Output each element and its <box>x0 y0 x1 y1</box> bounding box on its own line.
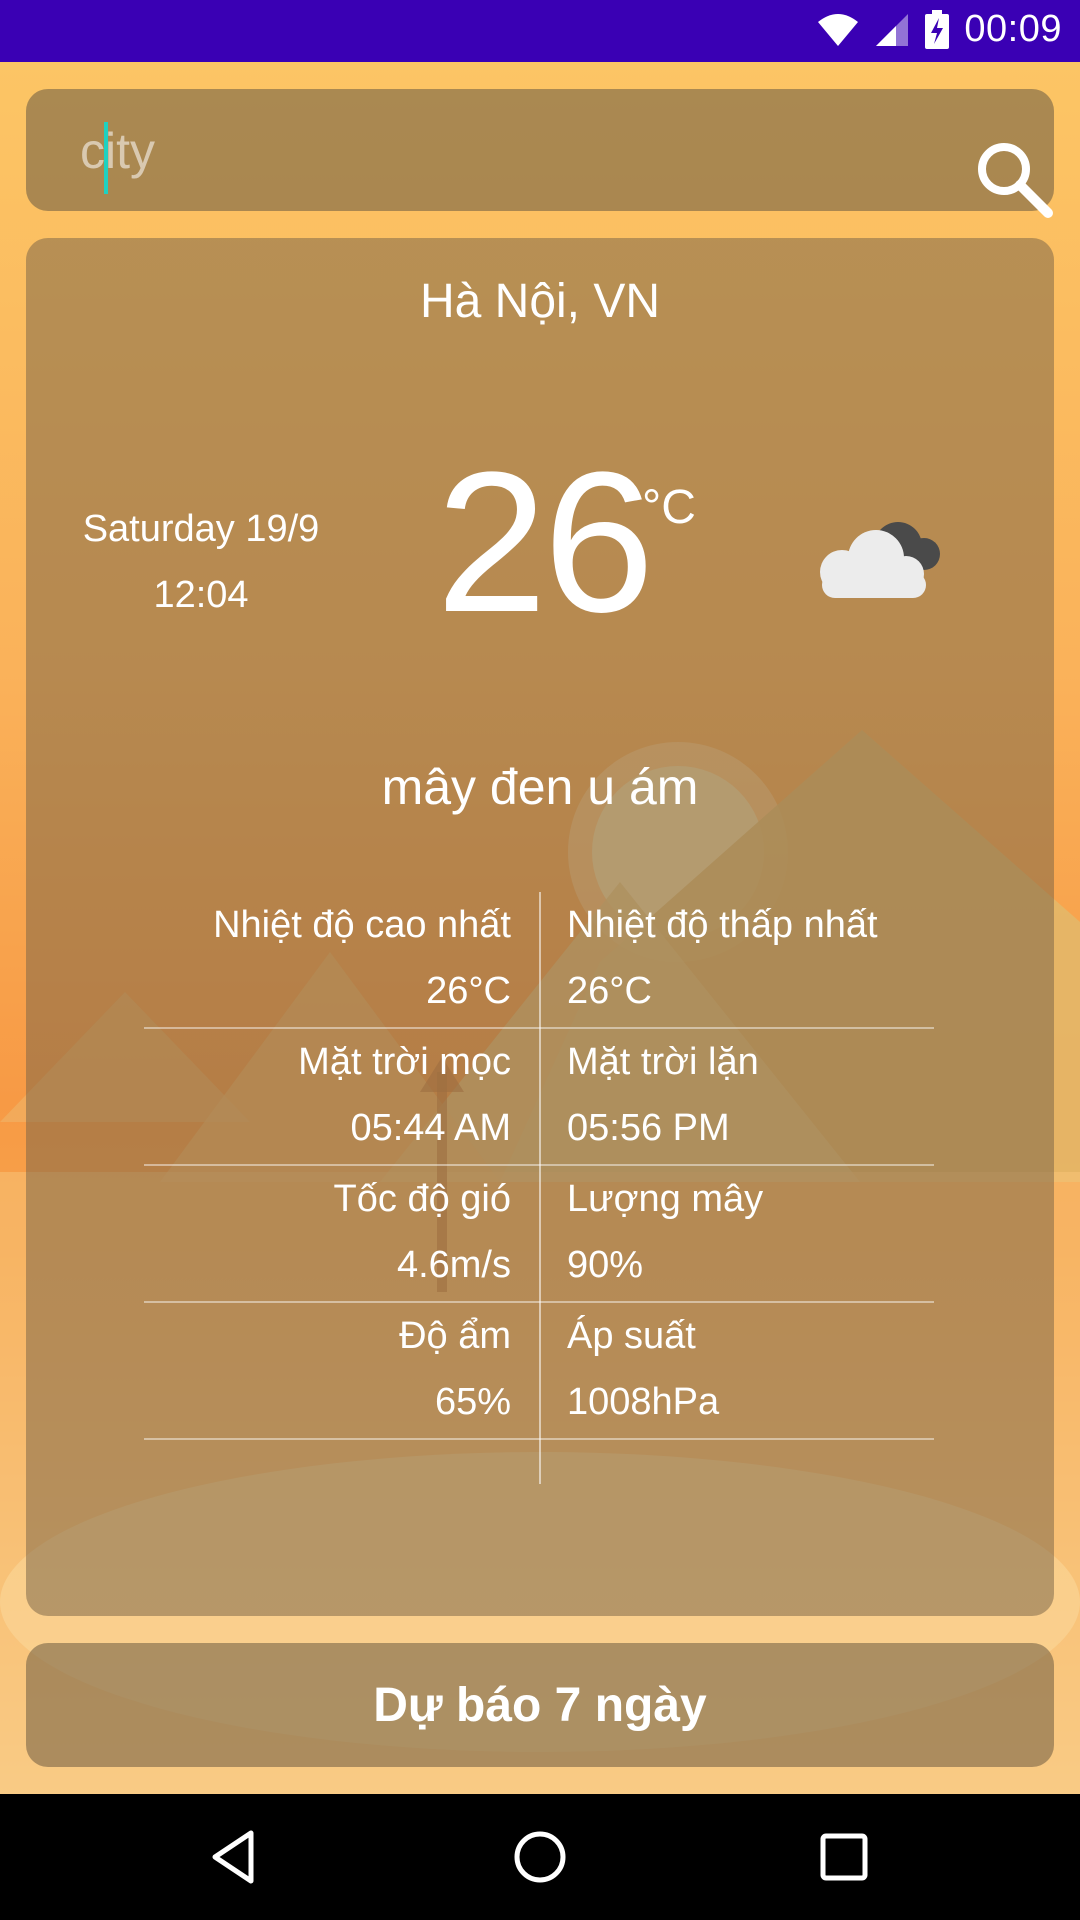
temperature-unit: °C <box>642 481 696 534</box>
details-cell: Nhiệt độ cao nhất 26°C <box>144 892 539 1027</box>
min-temp-value: 26°C <box>567 970 652 1012</box>
weather-card: Hà Nội, VN Saturday 19/9 12:04 26 °C mây… <box>26 238 1054 1616</box>
current-date: Saturday 19/9 <box>82 508 320 550</box>
weather-details: Nhiệt độ cao nhất 26°C Nhiệt độ thấp nhấ… <box>144 892 934 1440</box>
weather-description: mây đen u ám <box>381 759 699 815</box>
details-cell: Mặt trời mọc 05:44 AM <box>144 1029 539 1164</box>
wifi-icon <box>818 13 859 46</box>
details-row: Độ ẩm 65% Áp suất 1008hPa <box>144 1303 934 1440</box>
cloudiness-label: Lượng mây <box>567 1178 764 1220</box>
battery-charging-icon <box>925 9 950 49</box>
humidity-value: 65% <box>434 1381 511 1423</box>
back-icon[interactable] <box>205 1827 265 1887</box>
details-cell: Độ ẩm 65% <box>144 1303 539 1438</box>
min-temp-label: Nhiệt độ thấp nhất <box>567 904 878 946</box>
pressure-label: Áp suất <box>567 1315 696 1357</box>
humidity-label: Độ ẩm <box>399 1315 511 1357</box>
navigation-bar <box>0 1794 1080 1920</box>
max-temp-value: 26°C <box>426 970 511 1012</box>
home-icon[interactable] <box>510 1827 570 1887</box>
search-icon[interactable] <box>974 139 1054 219</box>
sunrise-label: Mặt trời mọc <box>298 1041 511 1083</box>
forecast-7-days-button[interactable]: Dự báo 7 ngày <box>26 1643 1054 1767</box>
cloudiness-value: 90% <box>567 1244 644 1286</box>
status-bar: 00:09 <box>0 0 1080 62</box>
status-time: 00:09 <box>964 8 1062 50</box>
city-name: Hà Nội, VN <box>419 275 661 328</box>
app-content: Hà Nội, VN Saturday 19/9 12:04 26 °C mây… <box>0 62 1080 1794</box>
details-row: Tốc độ gió 4.6m/s Lượng mây 90% <box>144 1166 934 1303</box>
sunrise-value: 05:44 AM <box>350 1107 511 1149</box>
temperature-value: 26 <box>436 431 654 654</box>
sunset-label: Mặt trời lặn <box>567 1041 759 1083</box>
max-temp-label: Nhiệt độ cao nhất <box>213 904 511 946</box>
details-cell: Lượng mây 90% <box>539 1166 934 1301</box>
recents-icon[interactable] <box>814 1827 874 1887</box>
details-cell: Mặt trời lặn 05:56 PM <box>539 1029 934 1164</box>
search-bar <box>26 89 1054 218</box>
signal-icon <box>876 13 909 46</box>
details-cell: Áp suất 1008hPa <box>539 1303 934 1438</box>
text-cursor <box>104 122 108 194</box>
city-search-input[interactable] <box>78 107 902 195</box>
details-cell: Nhiệt độ thấp nhất 26°C <box>539 892 934 1027</box>
date-time: Saturday 19/9 12:04 <box>66 496 336 628</box>
details-row: Mặt trời mọc 05:44 AM Mặt trời lặn 05:56… <box>144 1029 934 1166</box>
details-cell: Tốc độ gió 4.6m/s <box>144 1166 539 1301</box>
dark-cloud-icon <box>820 522 940 598</box>
wind-speed-label: Tốc độ gió <box>333 1178 511 1220</box>
status-icons: 00:09 <box>816 8 1062 51</box>
pressure-value: 1008hPa <box>567 1381 720 1423</box>
current-time: 12:04 <box>153 574 249 616</box>
sunset-value: 05:56 PM <box>567 1107 730 1149</box>
wind-speed-value: 4.6m/s <box>396 1244 511 1286</box>
details-row: Nhiệt độ cao nhất 26°C Nhiệt độ thấp nhấ… <box>144 892 934 1029</box>
